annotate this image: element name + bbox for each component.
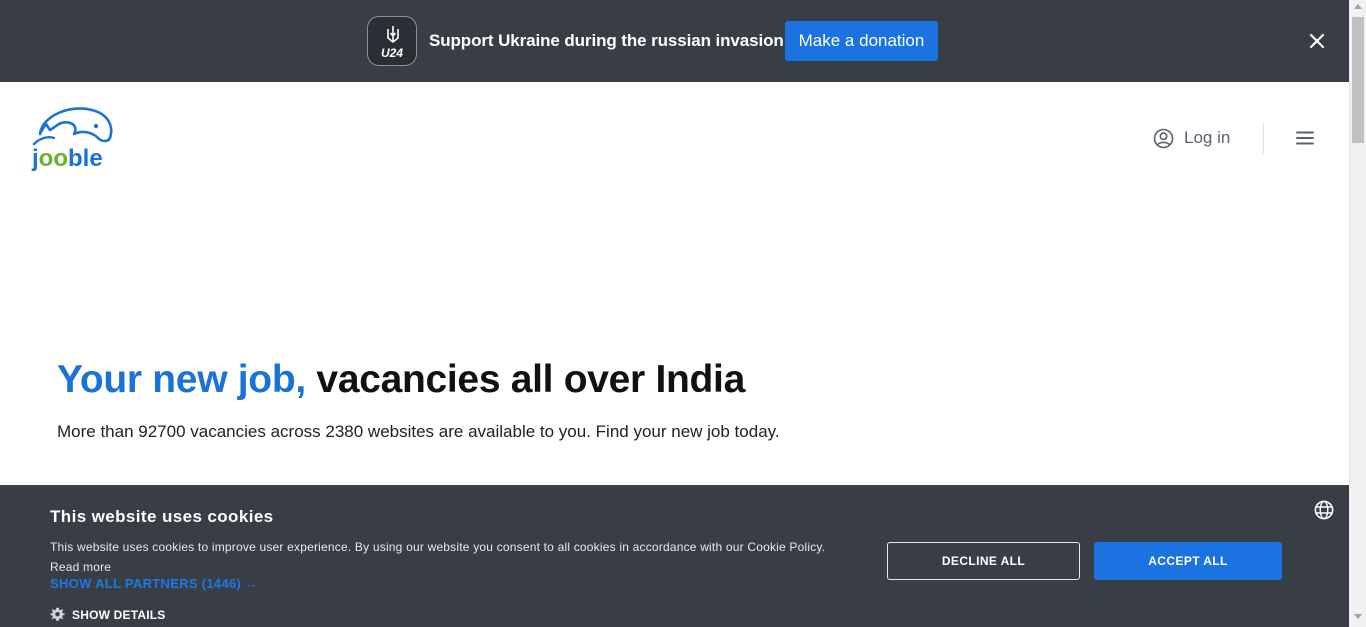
user-circle-icon <box>1153 128 1174 148</box>
hero-title-highlight: Your new job, <box>57 358 306 401</box>
cookie-description: This website uses cookies to improve use… <box>50 540 826 574</box>
login-label: Log in <box>1184 128 1231 147</box>
jooble-logo-text: jooble <box>31 145 103 172</box>
scroll-up-arrow-icon[interactable] <box>1354 4 1362 9</box>
support-ukraine-banner: U24 Support Ukraine during the russian i… <box>0 0 1349 82</box>
hero-title-rest: vacancies all over India <box>305 358 745 401</box>
scrollbar-thumb[interactable] <box>1352 17 1364 143</box>
hero-subtitle: More than 92700 vacancies across 2380 we… <box>57 422 780 441</box>
show-details-label: SHOW DETAILS <box>72 607 166 622</box>
jooble-logo[interactable]: jooble <box>30 104 116 172</box>
globe-icon[interactable] <box>1314 500 1334 520</box>
dolphin-icon <box>32 107 113 146</box>
show-details-toggle[interactable]: SHOW DETAILS <box>50 607 166 622</box>
u24-badge[interactable]: U24 <box>367 16 417 66</box>
u24-badge-text: U24 <box>380 46 403 60</box>
hamburger-menu-icon[interactable] <box>1296 131 1314 145</box>
cookie-title: This website uses cookies <box>50 507 274 526</box>
cookie-consent-panel: This website uses cookies This website u… <box>0 485 1349 627</box>
make-donation-button[interactable]: Make a donation <box>785 21 938 61</box>
close-icon[interactable] <box>1306 30 1328 52</box>
gear-icon <box>50 607 65 621</box>
banner-message: Support Ukraine during the russian invas… <box>429 31 784 50</box>
decline-all-button[interactable]: DECLINE ALL <box>887 542 1080 580</box>
accept-all-button[interactable]: ACCEPT ALL <box>1094 542 1282 580</box>
login-link[interactable]: Log in <box>1153 127 1230 149</box>
header-divider <box>1263 122 1264 154</box>
scroll-down-arrow-icon[interactable] <box>1354 614 1362 619</box>
hero-title: Your new job, vacancies all over India <box>57 358 745 402</box>
show-all-partners-link[interactable]: SHOW ALL PARTNERS (1446) → <box>50 576 258 591</box>
trident-icon <box>387 26 399 44</box>
vertical-scrollbar[interactable] <box>1349 0 1366 627</box>
